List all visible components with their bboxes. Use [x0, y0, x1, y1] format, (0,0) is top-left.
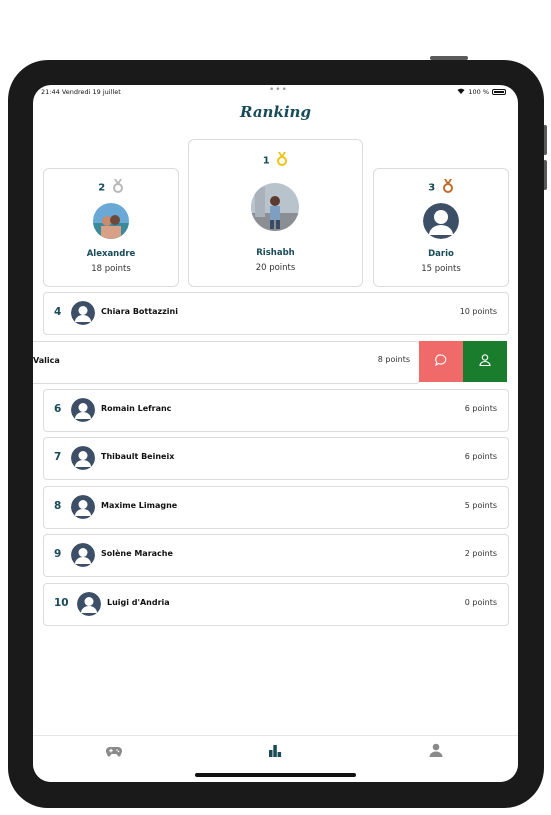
ranking-row[interactable]: 10 Luigi d'Andria 0 points: [43, 583, 509, 626]
silver-medal-icon: [112, 179, 124, 196]
avatar: [251, 183, 299, 231]
status-right: 100 %: [457, 88, 506, 96]
row-rank: 10: [54, 597, 69, 609]
ranking-row-swiped[interactable]: Valica 8 points: [33, 341, 508, 384]
row-name: Luigi d'Andria: [107, 598, 170, 607]
podium-points: 15 points: [421, 264, 461, 274]
row-name: Romain Lefranc: [101, 404, 172, 413]
podium-rank: 3: [428, 182, 436, 194]
home-indicator[interactable]: [195, 773, 356, 777]
row-name: Solène Marache: [101, 549, 173, 558]
battery-percent: 100 %: [468, 88, 489, 96]
row-points: 6 points: [464, 452, 497, 461]
tab-profile[interactable]: [425, 742, 447, 760]
chat-bubble-icon: [434, 352, 448, 371]
default-avatar-icon: [423, 203, 459, 239]
profile-icon: [429, 742, 443, 761]
multitasking-dots[interactable]: •••: [269, 85, 288, 95]
default-avatar-icon: [71, 446, 95, 470]
row-content: Valica: [33, 341, 420, 384]
bronze-medal-icon: [442, 179, 454, 196]
battery-icon: [492, 89, 506, 95]
podium-name: Alexandre: [86, 249, 136, 259]
row-points: 10 points: [459, 307, 497, 316]
ranking-bars-icon: [268, 742, 282, 761]
podium-points: 20 points: [255, 263, 296, 273]
default-avatar-icon: [77, 592, 101, 616]
default-avatar-icon: [71, 398, 95, 422]
tab-ranking[interactable]: [264, 742, 286, 760]
row-rank: 6: [54, 403, 62, 415]
gamepad-icon: [105, 742, 123, 761]
podium-rank: 2: [98, 182, 106, 194]
podium-card-third[interactable]: 3 Dario 15 points: [373, 168, 509, 287]
tab-games[interactable]: [103, 742, 125, 760]
ranking-row[interactable]: 6 Romain Lefranc 6 points: [43, 389, 509, 432]
row-rank: 7: [54, 451, 62, 463]
ranking-row[interactable]: 8 Maxime Limagne 5 points: [43, 486, 509, 529]
ranking-row[interactable]: 9 Solène Marache 2 points: [43, 534, 509, 577]
user-outline-icon: [478, 352, 492, 371]
default-avatar-icon: [71, 301, 95, 325]
podium-points: 18 points: [91, 264, 131, 274]
row-rank: 8: [54, 500, 62, 512]
row-points: 0 points: [464, 598, 497, 607]
podium-card-second[interactable]: 2 Alexandre 18 points: [43, 168, 179, 287]
avatar: [93, 203, 129, 239]
default-avatar-icon: [71, 495, 95, 519]
default-avatar-icon: [71, 543, 95, 567]
page-title: Ranking: [240, 103, 311, 121]
status-bar: 21:44 Vendredi 19 juillet ••• 100 %: [33, 85, 518, 99]
row-points: 2 points: [464, 549, 497, 558]
row-name: Valica: [33, 356, 60, 365]
screen: 21:44 Vendredi 19 juillet ••• 100 % Rank…: [33, 85, 518, 782]
row-rank: 4: [54, 306, 62, 318]
status-time: 21:44 Vendredi 19 juillet: [41, 88, 121, 96]
podium-rank: 1: [262, 155, 270, 167]
ranking-row[interactable]: 4 Chiara Bottazzini 10 points: [43, 292, 509, 335]
row-rank: 9: [54, 548, 62, 560]
message-action-button[interactable]: [419, 341, 463, 382]
podium-card-first[interactable]: 1 Rishabh 20 points: [188, 139, 363, 287]
podium-name: Dario: [428, 249, 454, 259]
row-name: Maxime Limagne: [101, 501, 178, 510]
row-name: Thibault Beineix: [101, 452, 175, 461]
gold-medal-icon: [276, 152, 288, 169]
ranking-row[interactable]: 7 Thibault Beineix 6 points: [43, 437, 509, 480]
podium-name: Rishabh: [256, 248, 295, 258]
wifi-icon: [457, 88, 465, 96]
profile-action-button[interactable]: [463, 341, 507, 382]
row-points: 5 points: [464, 501, 497, 510]
row-name: Chiara Bottazzini: [101, 307, 178, 316]
row-points: 8 points: [377, 355, 410, 364]
row-points: 6 points: [464, 404, 497, 413]
